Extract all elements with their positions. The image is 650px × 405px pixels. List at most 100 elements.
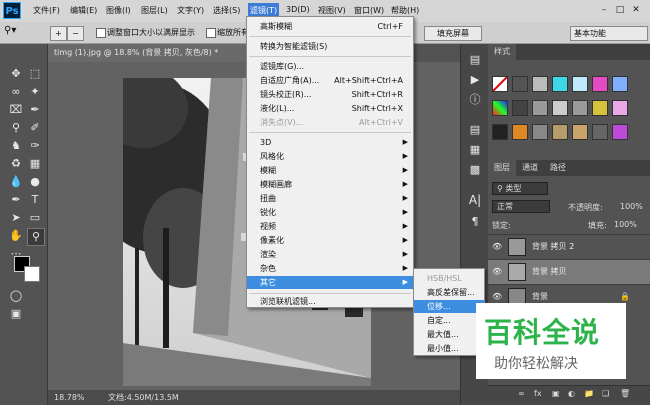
eye-icon[interactable]: 👁 [492, 260, 502, 284]
magic-wand-icon[interactable]: ✦ [27, 84, 43, 100]
menu-image[interactable]: 图像(I) [106, 5, 131, 16]
submenu-item-maximum[interactable]: 最大值... [414, 328, 484, 341]
style-swatch[interactable] [512, 76, 528, 92]
menu-item-blur[interactable]: 模糊 ▶ [247, 164, 413, 177]
menu-item-lens-correction[interactable]: 镜头校正(R)... Shift+Ctrl+R [247, 88, 413, 101]
brush-tool-icon[interactable]: ✐ [27, 120, 43, 136]
style-swatch[interactable] [612, 100, 628, 116]
menu-item-other[interactable]: 其它 ▶ [247, 276, 413, 289]
menu-item-pixelate[interactable]: 像素化 ▶ [247, 234, 413, 247]
eye-icon[interactable]: 👁 [492, 235, 502, 259]
healing-brush-icon[interactable]: ⚲ [8, 120, 24, 136]
fill-value[interactable]: 100% [614, 220, 637, 229]
blur-tool-icon[interactable]: 💧 [8, 174, 24, 190]
layer-row[interactable]: 👁 背景 拷贝 [488, 259, 650, 284]
paragraph-panel-icon[interactable]: ▦ [467, 142, 483, 158]
document-tab[interactable]: timg (1).jpg @ 18.8% (背景 拷贝, 灰色/8) * [48, 44, 258, 62]
style-swatch[interactable] [612, 76, 628, 92]
style-swatch[interactable] [492, 100, 508, 116]
menu-type[interactable]: 文字(Y) [177, 5, 204, 16]
close-icon[interactable]: ✕ [630, 4, 642, 16]
menu-item-noise[interactable]: 杂色 ▶ [247, 262, 413, 275]
menu-layer[interactable]: 图层(L) [141, 5, 168, 16]
menu-help[interactable]: 帮助(H) [391, 5, 419, 16]
minimize-icon[interactable]: – [598, 4, 610, 16]
submenu-item-high-pass[interactable]: 高反差保留... [414, 286, 484, 299]
zoom-in-icon[interactable]: + [50, 26, 67, 41]
eyedropper-icon[interactable]: ✒ [27, 102, 43, 118]
menu-item-blur-gallery[interactable]: 模糊画廊 ▶ [247, 178, 413, 191]
style-swatch[interactable] [552, 124, 568, 140]
workspace-select[interactable]: 基本功能 [570, 26, 648, 41]
menu-item-browse-online-filters[interactable]: 浏览联机滤镜... [247, 295, 413, 308]
adjustment-icon[interactable]: ◐ [568, 389, 575, 398]
resize-windows-checkbox[interactable] [96, 28, 106, 38]
layer-name[interactable]: 背景 拷贝 [532, 260, 567, 284]
menu-item-filter-gallery[interactable]: 滤镜库(G)... [247, 60, 413, 73]
dodge-tool-icon[interactable]: ● [27, 174, 43, 190]
menu-item-video[interactable]: 视频 ▶ [247, 220, 413, 233]
path-select-icon[interactable]: ➤ [8, 210, 24, 226]
style-swatch[interactable] [552, 76, 568, 92]
menu-item-adaptive-wide-angle[interactable]: 自适应广角(A)... Alt+Shift+Ctrl+A [247, 74, 413, 87]
layer-row[interactable]: 👁 背景 拷贝 2 [488, 234, 650, 259]
style-swatch[interactable] [552, 100, 568, 116]
crop-tool-icon[interactable]: ⌧ [8, 102, 24, 118]
style-swatch[interactable] [512, 124, 528, 140]
group-folder-icon[interactable]: 📁 [584, 389, 594, 398]
mask-icon[interactable]: ▣ [552, 389, 560, 398]
quick-mask-icon[interactable]: ◯ [8, 288, 24, 304]
blend-mode-select[interactable]: 正常 [492, 200, 550, 213]
menu-select[interactable]: 选择(S) [213, 5, 240, 16]
move-tool-icon[interactable]: ✥ [8, 66, 24, 82]
menu-item-convert-smart-filter[interactable]: 转换为智能滤镜(S) [247, 40, 413, 53]
history-brush-icon[interactable]: ✑ [27, 138, 43, 154]
submenu-item-custom[interactable]: 自定... [414, 314, 484, 327]
type-tool-icon[interactable]: T [27, 192, 43, 208]
paragraph-icon[interactable]: ¶ [467, 214, 483, 230]
style-swatch[interactable] [532, 76, 548, 92]
style-swatch[interactable] [592, 76, 608, 92]
tab-channels[interactable]: 通道 [516, 160, 544, 176]
menu-view[interactable]: 视图(V) [318, 5, 346, 16]
gradient-tool-icon[interactable]: ▦ [27, 156, 43, 172]
submenu-item-offset[interactable]: 位移... [414, 300, 484, 313]
style-swatch[interactable] [612, 124, 628, 140]
menu-item-gaussian-blur[interactable]: 高斯模糊 Ctrl+F [247, 20, 413, 33]
tab-layers[interactable]: 图层 [488, 160, 516, 176]
style-swatch[interactable] [572, 76, 588, 92]
hand-tool-icon[interactable]: ✋ [8, 228, 24, 244]
history-panel-icon[interactable]: ▤ [467, 52, 483, 68]
clone-source-icon[interactable]: ▩ [467, 162, 483, 178]
menu-item-stylize[interactable]: 风格化 ▶ [247, 150, 413, 163]
menu-edit[interactable]: 编辑(E) [70, 5, 97, 16]
style-none-swatch[interactable] [492, 76, 508, 92]
style-swatch[interactable] [592, 124, 608, 140]
zoom-level[interactable]: 18.78% [54, 390, 85, 405]
background-color-swatch[interactable] [24, 266, 40, 282]
shape-tool-icon[interactable]: ▭ [27, 210, 43, 226]
tab-styles[interactable]: 样式 [488, 44, 516, 60]
menu-file[interactable]: 文件(F) [33, 5, 60, 16]
style-swatch[interactable] [572, 124, 588, 140]
style-swatch[interactable] [532, 100, 548, 116]
fx-icon[interactable]: fx [534, 389, 542, 398]
menu-window[interactable]: 窗口(W) [354, 5, 384, 16]
tab-paths[interactable]: 路径 [544, 160, 572, 176]
zoom-out-icon[interactable]: − [67, 26, 84, 41]
link-layers-icon[interactable]: ∞ [518, 389, 525, 398]
menu-item-distort[interactable]: 扭曲 ▶ [247, 192, 413, 205]
new-layer-icon[interactable]: ❏ [602, 389, 609, 398]
layer-name[interactable]: 背景 拷贝 2 [532, 235, 574, 259]
style-swatch[interactable] [572, 100, 588, 116]
zoom-tool-icon[interactable]: ⚲▾ [4, 25, 16, 36]
menu-item-liquify[interactable]: 液化(L)... Shift+Ctrl+X [247, 102, 413, 115]
info-panel-icon[interactable]: ⓘ [467, 92, 483, 108]
screen-mode-icon[interactable]: ▣ [8, 306, 24, 322]
menu-item-render[interactable]: 渲染 ▶ [247, 248, 413, 261]
menu-item-3d[interactable]: 3D ▶ [247, 136, 413, 149]
pen-tool-icon[interactable]: ✒ [8, 192, 24, 208]
menu-3d[interactable]: 3D(D) [286, 5, 310, 14]
style-swatch[interactable] [492, 124, 508, 140]
style-swatch[interactable] [532, 124, 548, 140]
